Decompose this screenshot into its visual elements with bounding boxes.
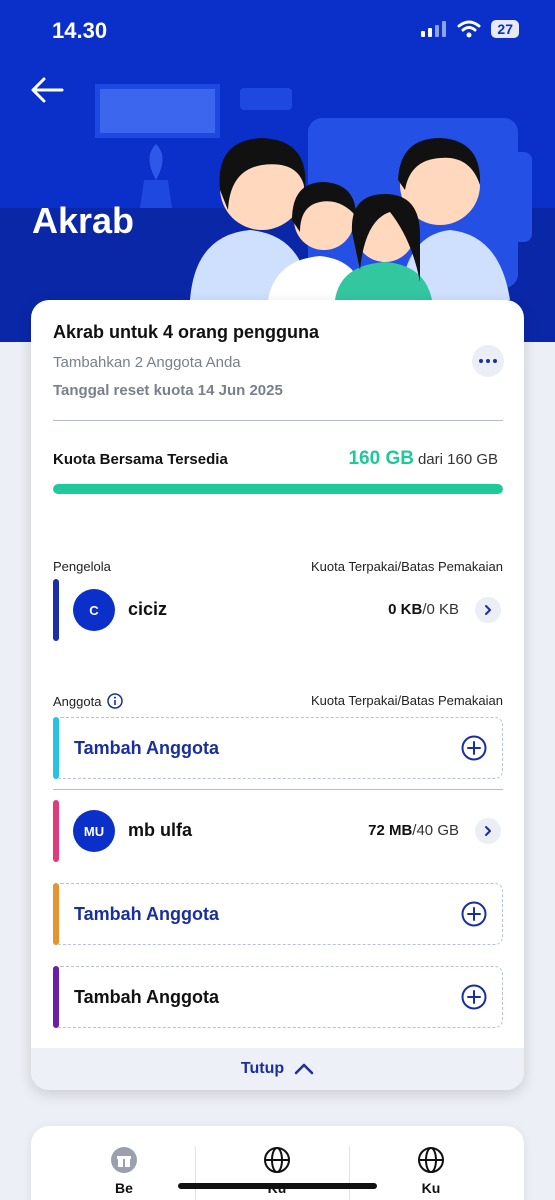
member-row[interactable]: MU mb ulfa 72 MB/40 GB [53,800,503,862]
slot-color-bar [53,966,59,1028]
plus-circle-icon [461,984,487,1010]
member-used: 72 MB [368,822,413,839]
member-limit: /40 GB [412,822,459,839]
collapse-button[interactable]: Tutup [31,1048,524,1090]
quota-available: 160 GB [348,448,414,469]
reset-date: Tanggal reset kuota 14 Jun 2025 [53,382,283,399]
akrab-card: Akrab untuk 4 orang pengguna Tambahkan 2… [31,300,524,1090]
member-detail-button[interactable] [475,818,501,844]
divider [53,789,503,790]
plan-subtitle: Tambahkan 2 Anggota Anda [53,354,241,371]
chevron-up-icon [294,1063,314,1075]
members-section-label: Anggota [53,693,124,709]
plus-circle-icon [461,901,487,927]
member-usage: 72 MB/40 GB [368,822,459,839]
back-button[interactable] [28,70,68,110]
nav-item-globe[interactable]: Ku [349,1146,513,1200]
quota-progress-fill [53,484,503,494]
members-usage-header: Kuota Terpakai/Batas Pemakaian [311,693,503,708]
manager-color-bar [53,579,59,641]
divider [53,420,503,421]
slot-color-bar [53,717,59,779]
avatar: C [73,589,115,631]
add-member-label: Tambah Anggota [74,904,219,924]
manager-section-label: Pengelola [53,559,111,574]
slot-color-bar [53,883,59,945]
plan-title: Akrab untuk 4 orang pengguna [53,322,320,342]
add-member-label: Tambah Anggota [74,738,219,758]
manager-detail-button[interactable] [475,597,501,623]
manager-used: 0 KB [388,601,423,618]
more-options-button[interactable] [472,345,504,377]
arrow-left-icon [31,77,64,103]
chevron-right-icon [485,605,491,615]
gift-icon [111,1147,137,1173]
page-title: Akrab [32,200,135,241]
status-icons: 27 [421,20,519,38]
avatar: MU [73,810,115,852]
nav-item-gift[interactable]: Be [42,1146,206,1200]
signal-icon [421,21,447,37]
status-time: 14.30 [52,18,108,43]
nav-label: Ku [421,1180,441,1196]
nav-item-globe[interactable]: Ku [195,1146,359,1200]
manager-usage-header: Kuota Terpakai/Batas Pemakaian [311,559,503,574]
info-icon[interactable] [107,693,124,709]
add-member-label: Tambah Anggota [74,987,219,1007]
manager-label-text: Pengelola [53,559,111,574]
status-bar: 14.30 27 [0,0,555,62]
dot-icon [493,359,497,363]
chevron-right-icon [485,826,491,836]
add-member-button[interactable]: Tambah Anggota [53,717,503,779]
quota-progress-bar [53,484,503,494]
manager-row[interactable]: C ciciz 0 KB/0 KB [53,579,503,641]
header: 14.30 27 Akrab [0,0,555,342]
dot-icon [479,359,483,363]
globe-icon [418,1147,444,1173]
manager-name: ciciz [128,599,168,619]
quota-value: 160 GB dari 160 GB [348,448,498,470]
member-color-bar [53,800,59,862]
globe-icon [264,1147,290,1173]
collapse-label: Tutup [240,1060,285,1077]
dot-icon [486,359,490,363]
quota-label: Kuota Bersama Tersedia [53,451,228,468]
add-member-button[interactable]: Tambah Anggota [53,966,503,1028]
member-name: mb ulfa [128,820,193,840]
plus-circle-icon [461,735,487,761]
home-indicator[interactable] [178,1183,377,1189]
battery-indicator: 27 [491,20,519,38]
wifi-icon [457,20,481,38]
quota-total: dari 160 GB [417,451,498,468]
members-label-text: Anggota [53,693,102,709]
nav-label: Be [115,1180,133,1196]
add-member-button[interactable]: Tambah Anggota [53,883,503,945]
manager-usage: 0 KB/0 KB [388,601,459,618]
manager-limit: /0 KB [422,601,459,618]
